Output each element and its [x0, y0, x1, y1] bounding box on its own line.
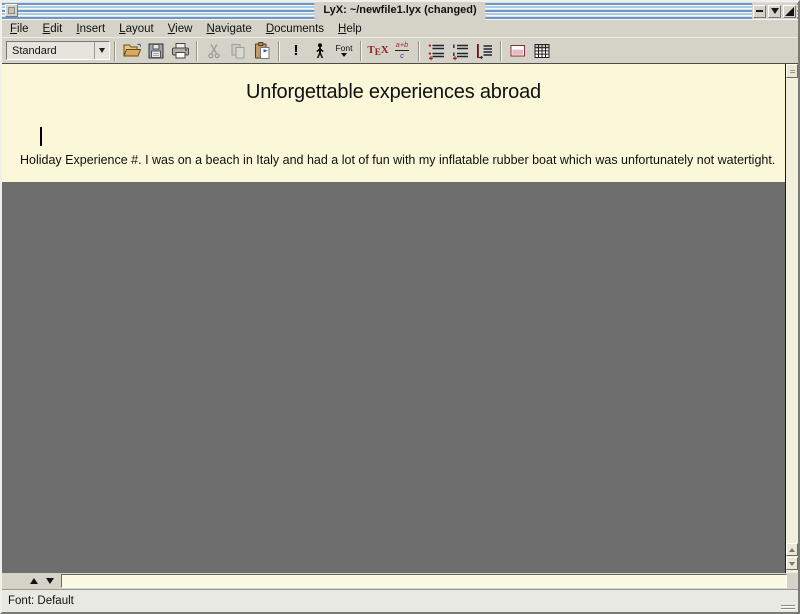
minimize-button[interactable]	[753, 5, 766, 18]
arrow-down-icon	[46, 578, 54, 584]
toolbar: Standard	[2, 37, 798, 63]
emphasis-button[interactable]: !	[284, 39, 308, 63]
resize-grip-icon[interactable]	[781, 603, 795, 610]
thumb-grip-icon	[790, 70, 795, 73]
toolbar-separator	[114, 41, 116, 61]
print-button[interactable]	[168, 39, 192, 63]
lyx-window: LyX: ~/newfile1.lyx (changed) File Edit …	[0, 0, 800, 614]
copy-icon	[228, 41, 248, 61]
print-icon	[170, 41, 191, 61]
window-title: LyX: ~/newfile1.lyx (changed)	[314, 2, 485, 20]
prev-command-button[interactable]	[26, 575, 42, 588]
table-icon	[532, 41, 552, 61]
scroll-up-button[interactable]	[786, 543, 798, 556]
minibuffer-row	[2, 573, 798, 589]
chevron-down-icon	[99, 48, 105, 53]
scroll-down-button[interactable]	[786, 557, 798, 570]
menubar: File Edit Insert Layout View Navigate Do…	[2, 20, 798, 37]
vertical-scrollbar[interactable]	[785, 64, 798, 573]
combo-dropdown-button[interactable]	[94, 42, 109, 59]
work-area: Unforgettable experiences abroad Holiday…	[2, 63, 798, 573]
resize-icon	[784, 6, 795, 17]
menu-edit[interactable]: Edit	[43, 23, 63, 35]
open-file-icon	[122, 41, 142, 60]
paragraph-style-value: Standard	[7, 45, 94, 57]
minibuffer-input[interactable]	[61, 574, 787, 588]
window-menu-icon	[8, 7, 15, 14]
menu-navigate[interactable]: Navigate	[206, 23, 251, 35]
arrow-down-icon	[789, 562, 795, 566]
figure-icon	[508, 41, 528, 61]
menu-view[interactable]: View	[168, 23, 193, 35]
toolbar-separator	[196, 41, 198, 61]
menu-help[interactable]: Help	[338, 23, 362, 35]
insert-math-button[interactable]: a+b c	[390, 39, 414, 63]
minimize-icon	[756, 10, 763, 12]
document-paragraph[interactable]: Holiday Experience #. I was on a beach i…	[20, 153, 775, 167]
enumerate-button[interactable]	[448, 39, 472, 63]
window-menu-button[interactable]	[5, 4, 18, 17]
arrow-up-icon	[30, 578, 38, 584]
menu-insert[interactable]: Insert	[76, 23, 105, 35]
menu-layout[interactable]: Layout	[119, 23, 154, 35]
math-icon: a+b	[395, 41, 410, 50]
noun-icon	[310, 41, 330, 61]
document-page[interactable]: Unforgettable experiences abroad Holiday…	[2, 64, 785, 182]
copy-button[interactable]	[226, 39, 250, 63]
titlebar[interactable]: LyX: ~/newfile1.lyx (changed)	[2, 2, 798, 20]
text-cursor	[40, 127, 42, 146]
arrow-down-icon	[341, 53, 347, 57]
enumerate-icon	[450, 41, 471, 61]
vertical-scrollbar-thumb[interactable]	[786, 64, 798, 78]
shade-icon	[771, 8, 779, 14]
toolbar-separator	[278, 41, 280, 61]
paragraph-style-select[interactable]: Standard	[6, 41, 110, 60]
save-button[interactable]	[144, 39, 168, 63]
insert-table-button[interactable]	[530, 39, 554, 63]
menu-file[interactable]: File	[10, 23, 29, 35]
shade-button[interactable]	[768, 5, 781, 18]
font-icon: Font	[335, 44, 352, 53]
cut-icon	[204, 41, 224, 61]
document-title[interactable]: Unforgettable experiences abroad	[2, 81, 785, 104]
document-canvas[interactable]: Unforgettable experiences abroad Holiday…	[2, 64, 785, 573]
emphasis-icon: !	[294, 43, 299, 58]
font-status-text: Font: Default	[8, 595, 74, 607]
toolbar-separator	[360, 41, 362, 61]
tex-icon: TEX	[367, 45, 388, 56]
tex-mode-button[interactable]: TEX	[366, 39, 390, 63]
noun-button[interactable]	[308, 39, 332, 63]
resize-button[interactable]	[783, 5, 796, 18]
save-icon	[146, 41, 166, 61]
next-command-button[interactable]	[42, 575, 58, 588]
free-font-button[interactable]: Font	[332, 39, 356, 63]
open-file-button[interactable]	[120, 39, 144, 63]
itemize-icon	[426, 41, 447, 61]
depth-button[interactable]	[472, 39, 496, 63]
arrow-up-icon	[789, 548, 795, 552]
itemize-button[interactable]	[424, 39, 448, 63]
statusbar: Font: Default	[2, 589, 798, 612]
window-controls	[752, 3, 797, 19]
menu-documents[interactable]: Documents	[266, 23, 324, 35]
paste-icon	[252, 41, 273, 61]
cut-button[interactable]	[202, 39, 226, 63]
insert-figure-button[interactable]	[506, 39, 530, 63]
toolbar-separator	[500, 41, 502, 61]
depth-icon	[474, 41, 495, 61]
toolbar-separator	[418, 41, 420, 61]
paste-button[interactable]	[250, 39, 274, 63]
